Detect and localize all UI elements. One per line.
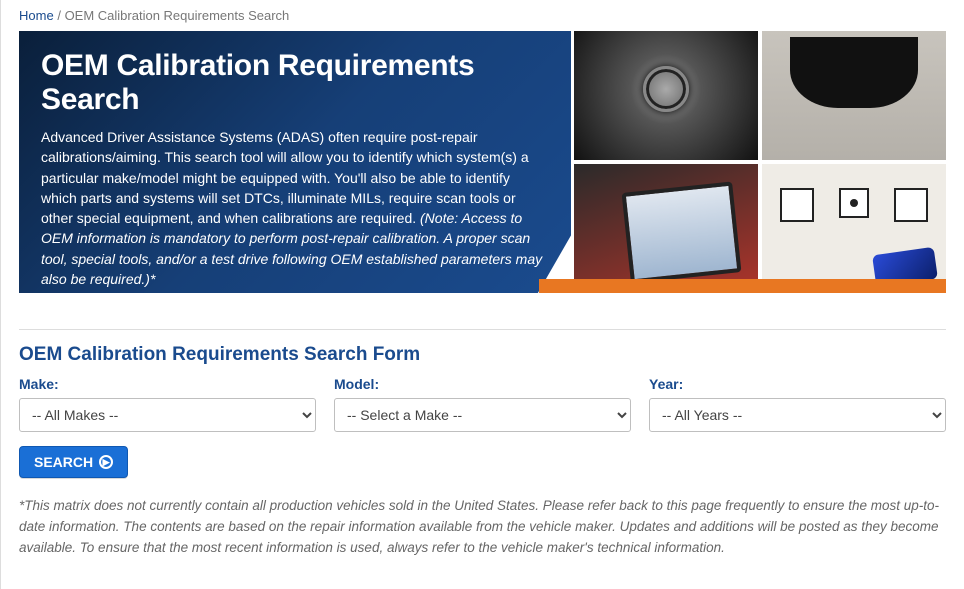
search-form-row: Make: -- All Makes -- Model: -- Select a… (19, 376, 946, 432)
year-column: Year: -- All Years -- (649, 376, 946, 432)
breadcrumb-current: OEM Calibration Requirements Search (65, 8, 290, 23)
disclaimer-text: *This matrix does not currently contain … (19, 496, 946, 559)
model-column: Model: -- Select a Make -- (334, 376, 631, 432)
breadcrumb: Home / OEM Calibration Requirements Sear… (19, 8, 946, 23)
hero-banner: OEM Calibration Requirements Search Adva… (19, 31, 946, 307)
breadcrumb-home-link[interactable]: Home (19, 8, 54, 23)
hero-accent-bar (539, 279, 946, 293)
hero-image-scan-tool (574, 164, 758, 293)
make-column: Make: -- All Makes -- (19, 376, 316, 432)
hero-image-sensor (574, 31, 758, 160)
page: Home / OEM Calibration Requirements Sear… (0, 0, 964, 589)
hero-image-targets (762, 164, 946, 293)
search-button[interactable]: SEARCH ▶ (19, 446, 128, 478)
year-label: Year: (649, 376, 946, 392)
hero-title: OEM Calibration Requirements Search (41, 49, 549, 117)
make-label: Make: (19, 376, 316, 392)
hero-text-panel: OEM Calibration Requirements Search Adva… (19, 31, 571, 293)
year-select[interactable]: -- All Years -- (649, 398, 946, 432)
breadcrumb-separator: / (57, 8, 61, 23)
section-divider (19, 329, 946, 330)
model-label: Model: (334, 376, 631, 392)
hero-image-grid (574, 31, 946, 293)
hero-description: Advanced Driver Assistance Systems (ADAS… (41, 127, 549, 289)
form-title: OEM Calibration Requirements Search Form (19, 344, 946, 366)
search-button-label: SEARCH (34, 454, 93, 470)
make-select[interactable]: -- All Makes -- (19, 398, 316, 432)
model-select[interactable]: -- Select a Make -- (334, 398, 631, 432)
chevron-right-icon: ▶ (99, 455, 113, 469)
hero-image-mirror (762, 31, 946, 160)
